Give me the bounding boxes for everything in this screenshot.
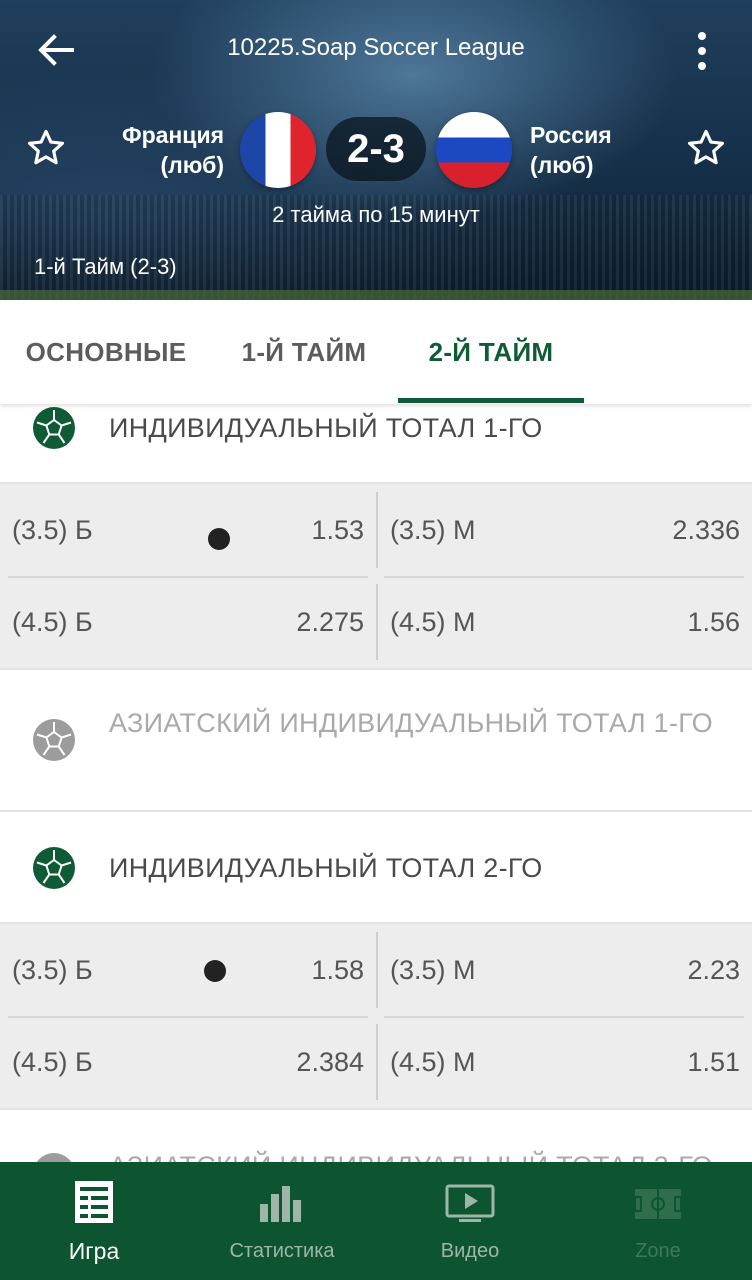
favorite-team-left-button[interactable] bbox=[24, 126, 68, 170]
list-icon bbox=[75, 1181, 113, 1223]
odds-cell-over-3-5[interactable]: (3.5) Б 1.58 bbox=[8, 932, 364, 1008]
tab-second-half[interactable]: 2-Й ТАЙМ bbox=[398, 300, 584, 404]
active-tab-indicator bbox=[398, 398, 584, 403]
odds-cell-under-4-5[interactable]: (4.5) М 1.51 bbox=[386, 1024, 740, 1100]
field-icon bbox=[634, 1189, 682, 1219]
odds-cell-over-4-5[interactable]: (4.5) Б 2.384 bbox=[8, 1024, 364, 1100]
bar-chart-icon bbox=[260, 1186, 301, 1222]
video-icon bbox=[445, 1184, 495, 1222]
odds-cell-under-3-5[interactable]: (3.5) М 2.336 bbox=[386, 492, 740, 568]
market-title: ИНДИВИДУАЛЬНЫЙ ТОТАЛ 1-ГО bbox=[109, 413, 543, 443]
match-format: 2 тайма по 15 минут bbox=[272, 202, 480, 227]
more-menu-button[interactable] bbox=[684, 26, 720, 76]
market-header[interactable]: ИНДИВИДУАЛЬНЫЙ ТОТАЛ 1-ГО bbox=[0, 404, 752, 484]
odds-cell-over-4-5[interactable]: (4.5) Б 2.275 bbox=[8, 584, 364, 660]
soccer-ball-icon bbox=[36, 1153, 72, 1162]
team-left-name: Франция (люб) bbox=[121, 122, 224, 178]
odds-block: (3.5) Б 1.58 (3.5) М 2.23 (4.5) Б 2.384 … bbox=[0, 924, 752, 1110]
market-title: АЗИАТСКИЙ ИНДИВИДУАЛЬНЫЙ ТОТАЛ 2-ГО bbox=[109, 1148, 722, 1162]
bottom-navigation: Игра Статистика Видео Zone bbox=[0, 1162, 752, 1280]
market-title: АЗИАТСКИЙ ИНДИВИДУАЛЬНЫЙ ТОТАЛ 1-ГО bbox=[109, 708, 713, 738]
touch-indicator bbox=[204, 960, 226, 982]
tab-first-half[interactable]: 1-Й ТАЙМ bbox=[226, 300, 382, 404]
team-right-name: Россия (люб) bbox=[530, 122, 612, 178]
touch-indicator bbox=[208, 528, 230, 550]
star-outline-icon bbox=[27, 129, 65, 165]
market-title: ИНДИВИДУАЛЬНЫЙ ТОТАЛ 2-ГО bbox=[109, 853, 543, 883]
match-score: 2-3 bbox=[326, 117, 426, 181]
odds-cell-under-4-5[interactable]: (4.5) М 1.56 bbox=[386, 584, 740, 660]
france-flag-icon bbox=[240, 112, 316, 188]
tab-main[interactable]: ОСНОВНЫЕ bbox=[18, 300, 194, 404]
league-title: 10225.Soap Soccer League bbox=[227, 34, 525, 61]
markets-list[interactable]: ИНДИВИДУАЛЬНЫЙ ТОТАЛ 1-ГО (3.5) Б 1.53 (… bbox=[0, 404, 752, 1162]
match-header: 10225.Soap Soccer League Франция (люб) 2… bbox=[0, 0, 752, 300]
nav-statistics[interactable]: Статистика bbox=[188, 1162, 376, 1280]
soccer-ball-icon bbox=[33, 847, 75, 889]
nav-video[interactable]: Видео bbox=[376, 1162, 564, 1280]
market-header-disabled: АЗИАТСКИЙ ИНДИВИДУАЛЬНЫЙ ТОТАЛ 2-ГО bbox=[0, 1112, 752, 1162]
soccer-ball-icon bbox=[33, 719, 75, 761]
tab-bar: ОСНОВНЫЕ 1-Й ТАЙМ 2-Й ТАЙМ bbox=[0, 300, 752, 404]
market-header[interactable]: ИНДИВИДУАЛЬНЫЙ ТОТАЛ 2-ГО bbox=[0, 814, 752, 924]
arrow-left-icon bbox=[38, 34, 74, 66]
soccer-ball-icon bbox=[33, 407, 75, 449]
star-outline-icon bbox=[687, 129, 725, 165]
odds-cell-under-3-5[interactable]: (3.5) М 2.23 bbox=[386, 932, 740, 1008]
market-header-disabled: АЗИАТСКИЙ ИНДИВИДУАЛЬНЫЙ ТОТАЛ 1-ГО bbox=[0, 670, 752, 812]
back-button[interactable] bbox=[28, 26, 84, 74]
nav-game[interactable]: Игра bbox=[0, 1162, 188, 1280]
odds-block: (3.5) Б 1.53 (3.5) М 2.336 (4.5) Б 2.275… bbox=[0, 484, 752, 670]
half-score: 1-й Тайм (2-3) bbox=[34, 254, 177, 279]
favorite-team-right-button[interactable] bbox=[684, 126, 728, 170]
nav-zone[interactable]: Zone bbox=[564, 1162, 752, 1280]
odds-cell-over-3-5[interactable]: (3.5) Б 1.53 bbox=[8, 492, 364, 568]
more-vert-icon bbox=[698, 32, 706, 40]
russia-flag-icon bbox=[436, 112, 512, 188]
